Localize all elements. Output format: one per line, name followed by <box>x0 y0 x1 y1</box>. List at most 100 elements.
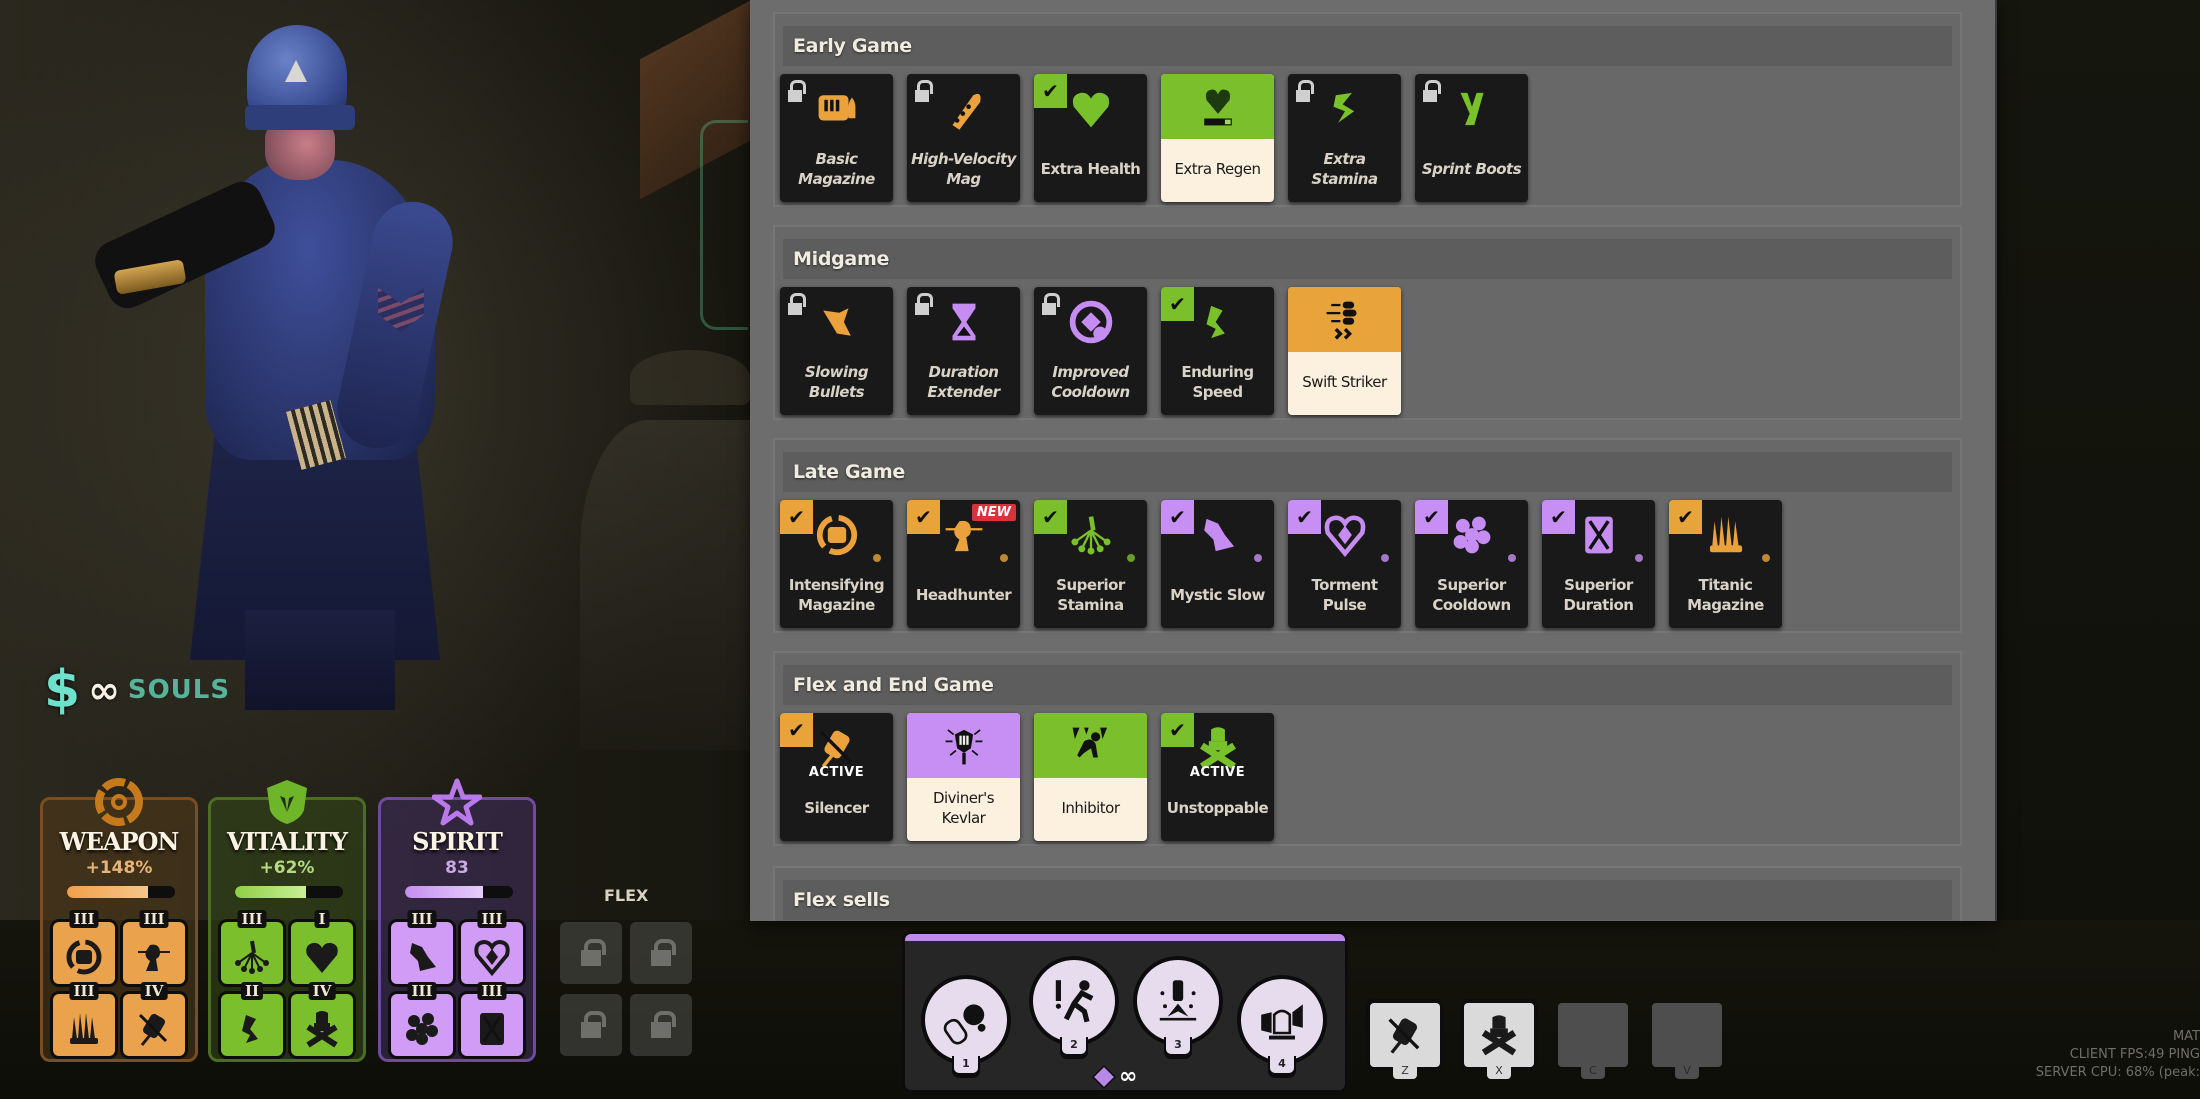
item-card-superior-stamina[interactable]: ✔ Superior Stamina <box>1034 500 1147 628</box>
item-card-sprint-boots[interactable]: Sprint Boots <box>1415 74 1528 202</box>
weapon-title: WEAPON <box>59 827 180 856</box>
item-name: Slowing Bullets <box>804 363 869 401</box>
swift-striker-icon <box>1322 297 1368 343</box>
hotkey-label: Z <box>1393 1063 1417 1079</box>
spirit-value: 83 <box>445 858 469 878</box>
ability-bar: 1 2 3 4 ∞ <box>905 934 1345 1090</box>
spirit-item-slots: III III III III <box>391 910 523 1056</box>
weapon-slot[interactable]: III <box>123 910 185 984</box>
tier-label: III <box>477 910 507 928</box>
hotkey-label: X <box>1487 1063 1511 1079</box>
siren-icon <box>1241 979 1323 1061</box>
vitality-value: +62% <box>259 858 315 878</box>
active-item-slot-c[interactable]: C <box>1558 1003 1628 1079</box>
vitality-slot[interactable]: II <box>221 982 283 1056</box>
checkmark-icon: ✔ <box>1161 713 1194 747</box>
section-flex-sells: Flex sells <box>773 866 1962 921</box>
flex-slot[interactable] <box>630 922 692 984</box>
spirit-slot[interactable]: III <box>461 910 523 984</box>
ability-4[interactable]: 4 <box>1241 979 1323 1077</box>
lock-icon <box>651 939 676 967</box>
vitality-slot[interactable]: IV <box>291 982 353 1056</box>
speed-icon <box>232 1009 272 1049</box>
weapon-slot[interactable]: IV <box>123 982 185 1056</box>
vitality-progress-bar <box>235 886 343 898</box>
item-name: Duration Extender <box>927 363 1000 401</box>
tier-marker-icon <box>873 554 881 562</box>
ability-1[interactable]: 1 <box>925 979 1007 1077</box>
tier-label: III <box>477 982 507 1000</box>
titanic-magazine-icon <box>1703 512 1749 558</box>
tier-label: III <box>69 982 99 1000</box>
ability-3[interactable]: 3 <box>1137 960 1219 1058</box>
item-name: High-Velocity Mag <box>911 150 1016 188</box>
item-card-swift-striker[interactable]: Swift Striker <box>1288 287 1401 415</box>
active-item-slot-z[interactable]: Z <box>1370 1003 1440 1079</box>
section-title: Flex sells <box>783 880 1952 920</box>
item-name: Extra Health <box>1040 160 1141 178</box>
item-card-slowing-bullets[interactable]: Slowing Bullets <box>780 287 893 415</box>
item-card-superior-cooldown[interactable]: ✔ Superior Cooldown <box>1415 500 1528 628</box>
flex-slot[interactable] <box>630 994 692 1056</box>
tier-label: II <box>240 982 264 1000</box>
item-card-titanic-magazine[interactable]: ✔ Titanic Magazine <box>1669 500 1782 628</box>
item-card-diviner-s-kevlar[interactable]: Diviner's Kevlar <box>907 713 1020 841</box>
silencer-icon <box>134 1009 174 1049</box>
item-card-torment-pulse[interactable]: ✔ Torment Pulse <box>1288 500 1401 628</box>
section-early-game: Early Game Basic Magazine High-Velocity Ma… <box>773 12 1962 207</box>
silencer-icon <box>1378 1011 1432 1059</box>
tier-label: III <box>69 910 99 928</box>
flex-slot[interactable] <box>560 994 622 1056</box>
spirit-slot[interactable]: III <box>391 982 453 1056</box>
vitality-slot[interactable]: III <box>221 910 283 984</box>
tier-label: III <box>139 910 169 928</box>
intensifying-magazine-icon <box>64 937 104 977</box>
flex-label: FLEX <box>604 886 649 905</box>
item-card-intensifying-magazine[interactable]: ✔ Intensifying Magazine <box>780 500 893 628</box>
item-card-improved-cooldown[interactable]: Improved Cooldown <box>1034 287 1147 415</box>
weapon-value: +148% <box>85 858 153 878</box>
item-card-extra-health[interactable]: ✔ Extra Health <box>1034 74 1147 202</box>
weapon-item-slots: III III III IV <box>53 910 185 1056</box>
item-card-superior-duration[interactable]: ✔ Superior Duration <box>1542 500 1655 628</box>
item-card-extra-regen[interactable]: Extra Regen <box>1161 74 1274 202</box>
background-neon-sign <box>700 120 748 330</box>
stamina-icon <box>1322 86 1368 132</box>
flex-slot[interactable] <box>560 922 622 984</box>
ability-key: 2 <box>1062 1036 1086 1054</box>
item-card-inhibitor[interactable]: Inhibitor <box>1034 713 1147 841</box>
hero-character-model <box>88 10 515 710</box>
item-card-mystic-slow[interactable]: ✔ Mystic Slow <box>1161 500 1274 628</box>
weapon-slot[interactable]: III <box>53 982 115 1056</box>
alert-runner-icon <box>1033 960 1115 1042</box>
ability-2[interactable]: 2 <box>1033 960 1115 1058</box>
item-card-unstoppable[interactable]: ✔ ACTIVE Unstoppable <box>1161 713 1274 841</box>
lock-icon <box>788 293 806 315</box>
item-card-high-velocity-mag[interactable]: High-Velocity Mag <box>907 74 1020 202</box>
item-card-headhunter[interactable]: ✔ NEW Headhunter <box>907 500 1020 628</box>
item-card-extra-stamina[interactable]: Extra Stamina <box>1288 74 1401 202</box>
item-card-enduring-speed[interactable]: ✔ Enduring Speed <box>1161 287 1274 415</box>
item-card-duration-extender[interactable]: Duration Extender <box>907 287 1020 415</box>
boots-icon <box>1449 86 1495 132</box>
grenade-icon <box>925 979 1007 1061</box>
tier-marker-icon <box>1635 554 1643 562</box>
lock-icon <box>581 939 606 967</box>
lock-icon <box>788 80 806 102</box>
item-name: Intensifying Magazine <box>788 576 885 614</box>
perf-line-3: SERVER CPU: 68% (peak: <box>2035 1065 2200 1080</box>
spirit-slot[interactable]: III <box>391 910 453 984</box>
active-item-slot-v[interactable]: V <box>1652 1003 1722 1079</box>
perf-line-2: CLIENT FPS:49 PING <box>2069 1047 2200 1062</box>
item-card-basic-magazine[interactable]: Basic Magazine <box>780 74 893 202</box>
active-item-slot-x[interactable]: X <box>1464 1003 1534 1079</box>
tier-marker-icon <box>1381 554 1389 562</box>
spirit-stat-panel: SPIRIT 83 III III III III <box>378 778 536 1062</box>
section-title: Flex and End Game <box>783 665 1952 705</box>
item-card-silencer[interactable]: ✔ ACTIVE Silencer <box>780 713 893 841</box>
spirit-slot[interactable]: III <box>461 982 523 1056</box>
tier-label: I <box>314 910 330 928</box>
vitality-slot[interactable]: I <box>291 910 353 984</box>
weapon-slot[interactable]: III <box>53 910 115 984</box>
lock-icon <box>915 80 933 102</box>
